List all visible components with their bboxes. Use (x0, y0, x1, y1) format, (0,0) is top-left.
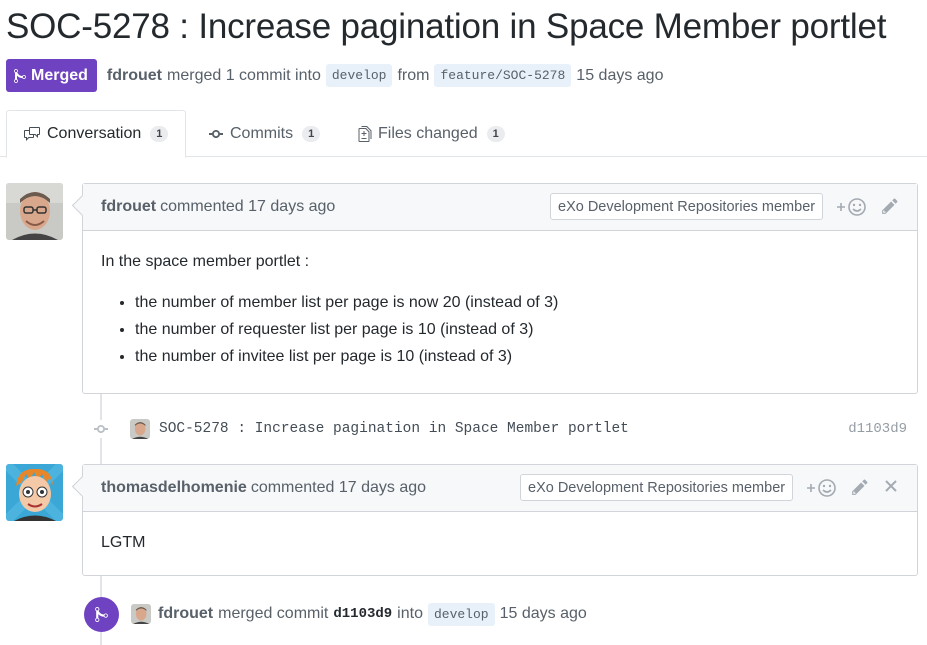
comment-text: LGTM (101, 534, 146, 551)
list-item: the number of member list per page is no… (135, 289, 899, 316)
delete-comment-button[interactable] (883, 478, 899, 494)
commit-sha-link[interactable]: d1103d9 (848, 421, 907, 437)
add-reaction-button[interactable] (805, 478, 837, 498)
avatar-fdrouet-small[interactable] (130, 419, 150, 439)
pencil-icon (882, 198, 898, 214)
merge-author-link[interactable]: fdrouet (158, 605, 213, 623)
smiley-icon (837, 198, 866, 216)
git-commit-icon (209, 129, 223, 138)
merged-state-badge: Merged (6, 59, 97, 92)
avatar-thomasdelhomenie[interactable] (6, 464, 63, 521)
tab-conversation[interactable]: Conversation 1 (6, 110, 186, 158)
comment-header: thomasdelhomenie commented 17 days ago e… (83, 465, 917, 512)
avatar-fdrouet[interactable] (6, 183, 63, 240)
merge-branch[interactable]: develop (427, 602, 495, 626)
tab-conversation-label: Conversation (47, 125, 142, 142)
pencil-icon (852, 479, 868, 495)
file-diff-icon (358, 125, 372, 142)
list-item: the number of invitee list per page is 1… (135, 343, 899, 370)
base-branch[interactable]: develop (325, 64, 393, 87)
comment-thomasdelhomenie: thomasdelhomenie commented 17 days ago e… (82, 464, 918, 576)
pr-time: 15 days ago (576, 66, 664, 84)
add-reaction-button[interactable] (835, 197, 867, 217)
comment-fdrouet: fdrouet commented 17 days ago eXo Develo… (82, 183, 918, 394)
comment-author[interactable]: fdrouet (101, 198, 156, 216)
pr-title: SOC-5278 : Increase pagination in Space … (6, 7, 887, 46)
commit-message-link[interactable]: SOC-5278 : Increase pagination in Space … (159, 421, 629, 437)
merge-time: 15 days ago (499, 605, 587, 622)
tab-files-changed[interactable]: Files changed 1 (358, 110, 505, 157)
comment-body: LGTM (83, 512, 917, 574)
comment-time: commented 17 days ago (160, 198, 336, 215)
close-icon (885, 480, 897, 492)
comment-list: the number of member list per page is no… (101, 289, 899, 370)
tab-files-count: 1 (486, 125, 505, 142)
pr-author-link[interactable]: fdrouet (107, 67, 162, 85)
git-commit-icon (92, 420, 110, 438)
avatar-fdrouet-small[interactable] (131, 604, 151, 624)
comment-time: commented 17 days ago (250, 479, 427, 496)
merged-commit-text: merged 1 commit into (167, 66, 321, 84)
list-item: the number of requester list per page is… (135, 316, 899, 343)
from-text: from (397, 66, 430, 84)
edit-comment-button[interactable] (851, 478, 869, 496)
merge-text: merged commit (218, 605, 329, 622)
tab-commits-label: Commits (230, 124, 294, 142)
tab-files-label: Files changed (378, 124, 478, 142)
merge-event: fdrouet merged commit d1103d9 into devel… (84, 596, 592, 632)
commit-event: SOC-5278 : Increase pagination in Space … (92, 416, 912, 442)
smiley-icon (807, 479, 836, 497)
pr-meta: Merged fdrouet merged 1 commit into deve… (6, 59, 668, 92)
comment-body: In the space member portlet : the number… (83, 231, 917, 392)
git-merge-icon (84, 596, 119, 632)
comment-intro: In the space member portlet : (101, 253, 310, 270)
comment-header: fdrouet commented 17 days ago eXo Develo… (83, 184, 917, 231)
member-role-badge: eXo Development Repositories member (550, 193, 824, 220)
tab-commits[interactable]: Commits 1 (208, 110, 321, 157)
comment-author[interactable]: thomasdelhomenie (101, 479, 247, 497)
tab-commits-count: 1 (302, 125, 321, 142)
git-merge-icon (14, 68, 26, 83)
head-branch[interactable]: feature/SOC-5278 (434, 64, 572, 87)
merge-sha-link[interactable]: d1103d9 (333, 606, 392, 622)
comment-discussion-icon (24, 127, 40, 141)
pr-tabs: Conversation 1 Commits 1 Files changed 1 (0, 110, 927, 158)
member-role-badge: eXo Development Repositories member (520, 474, 794, 501)
tab-conversation-count: 1 (150, 126, 169, 142)
merge-into-text: into (397, 605, 423, 622)
edit-comment-button[interactable] (881, 197, 899, 215)
merged-state-label: Merged (31, 66, 88, 84)
